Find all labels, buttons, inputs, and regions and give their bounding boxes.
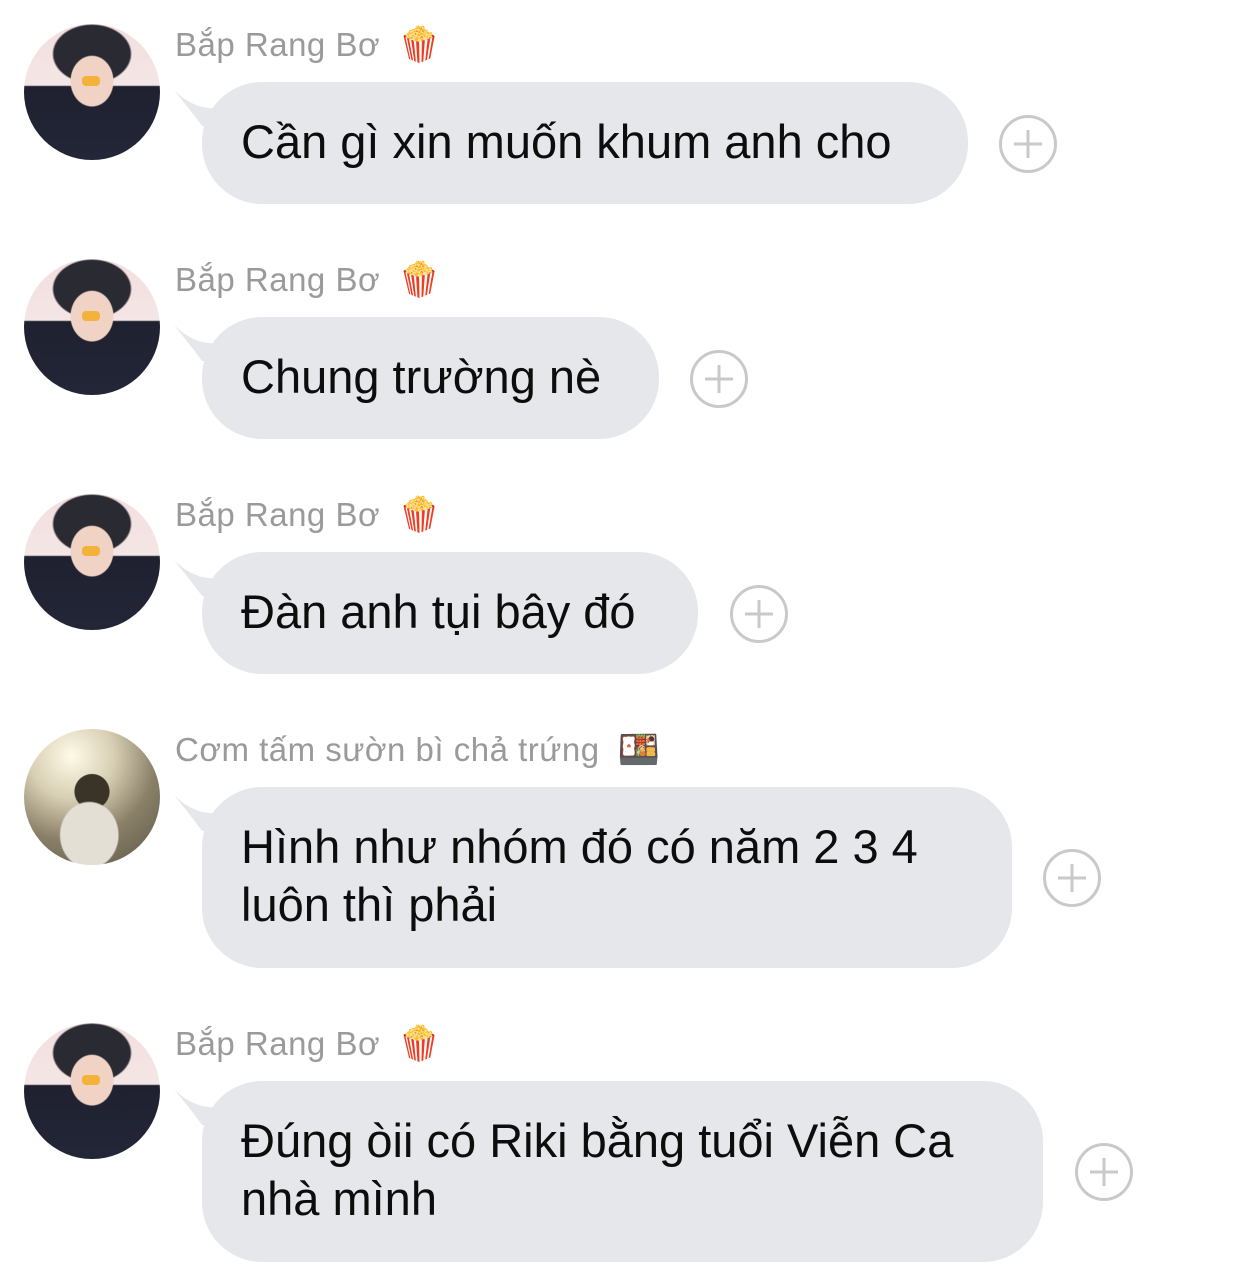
popcorn-emoji-icon: 🍿 [398,261,441,299]
bento-box-emoji-icon: 🍱 [617,731,661,769]
message-bubble[interactable]: Đúng òii có Riki bằng tuổi Viễn Ca nhà m… [202,1081,1043,1262]
message-text: Đàn anh tụi bây đó [241,585,636,638]
sender-name-text: Cơm tấm sườn bì chả trứng [175,731,600,768]
sender-name-text: Bắp Rang Bơ [175,26,381,63]
sender-avatar[interactable] [24,259,160,395]
message-bubble[interactable]: Hình như nhóm đó có năm 2 3 4 luôn thì p… [202,787,1012,968]
sender-avatar[interactable] [24,24,160,160]
message-bubble[interactable]: Chung trường nè [202,317,659,439]
add-reaction-icon[interactable] [999,115,1057,173]
add-reaction-icon[interactable] [690,350,748,408]
message-text: Chung trường nè [241,350,602,403]
sender-name: Bắp Rang Bơ 🍿 [175,496,441,534]
sender-name: Bắp Rang Bơ 🍿 [175,26,441,64]
message-text: Hình như nhóm đó có năm 2 3 4 luôn thì p… [241,820,918,931]
add-reaction-icon[interactable] [1075,1143,1133,1201]
sender-name-text: Bắp Rang Bơ [175,261,381,298]
sender-name: Bắp Rang Bơ 🍿 [175,1025,441,1063]
message-text: Đúng òii có Riki bằng tuổi Viễn Ca nhà m… [241,1114,954,1225]
message-bubble[interactable]: Đàn anh tụi bây đó [202,552,698,674]
sender-avatar[interactable] [24,729,160,865]
popcorn-emoji-icon: 🍿 [398,496,441,534]
popcorn-emoji-icon: 🍿 [398,1025,441,1063]
sender-name: Bắp Rang Bơ 🍿 [175,261,441,299]
add-reaction-icon[interactable] [730,585,788,643]
popcorn-emoji-icon: 🍿 [398,26,441,64]
add-reaction-icon[interactable] [1043,849,1101,907]
sender-name: Cơm tấm sườn bì chả trứng 🍱 [175,731,660,769]
sender-name-text: Bắp Rang Bơ [175,1025,381,1062]
message-text: Cần gì xin muốn khum anh cho [241,115,892,168]
message-bubble[interactable]: Cần gì xin muốn khum anh cho [202,82,968,204]
sender-name-text: Bắp Rang Bơ [175,496,381,533]
sender-avatar[interactable] [24,494,160,630]
sender-avatar[interactable] [24,1023,160,1159]
